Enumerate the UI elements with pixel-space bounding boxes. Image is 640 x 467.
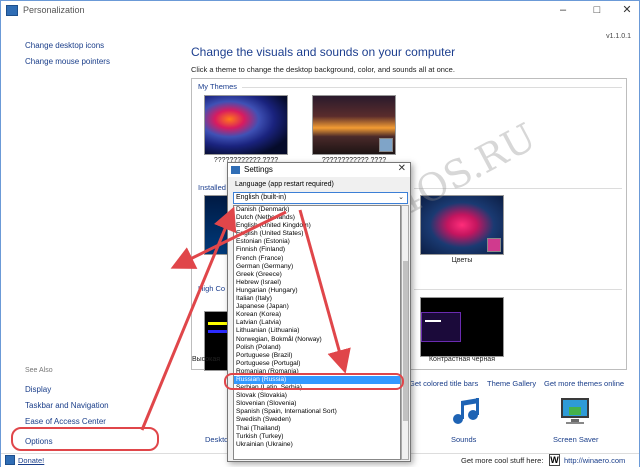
window-title: Personalization [23,5,85,15]
high-contrast-heading: High Co [198,284,226,293]
get-colored-title-bars-link[interactable]: Get colored title bars [409,379,478,388]
high-contrast-caption-black: Контрастная черная [428,356,495,363]
hc-blue-bar [208,330,227,333]
language-option[interactable]: Portuguese (Portugal) [234,360,400,368]
language-selected-value: English (built-in) [236,194,287,201]
close-button[interactable]: ✕ [617,3,637,17]
language-option[interactable]: Turkish (Turkey) [234,433,400,441]
winaero-url-link[interactable]: http://winaero.com [564,456,625,465]
language-option[interactable]: Hebrew (Israel) [234,279,400,287]
my-theme-thumbnail-2[interactable] [312,95,396,155]
options-highlight-annotation [11,427,159,451]
language-option[interactable]: Greek (Greece) [234,271,400,279]
language-option[interactable]: Japanese (Japan) [234,303,400,311]
settings-app-icon [231,166,240,174]
language-option[interactable]: Hungarian (Hungary) [234,287,400,295]
minimize-button[interactable]: – [553,3,573,17]
language-dropdown[interactable]: English (built-in) ⌄ [233,192,408,204]
my-theme-thumbnail-1[interactable] [204,95,288,155]
page-subtext: Click a theme to change the desktop back… [191,65,455,74]
language-option[interactable]: English (United Kingdom) [234,222,400,230]
installed-themes-heading: Installed [198,183,226,192]
russian-highlight-annotation [224,373,404,390]
version-label: v1.1.0.1 [606,33,631,40]
section-divider [242,87,622,88]
ease-of-access-link[interactable]: Ease of Access Center [25,417,106,426]
language-options-list[interactable]: Danish (Denmark) Dutch (Netherlands) Engli… [233,205,401,460]
scrollbar-thumb[interactable] [403,261,408,421]
language-option[interactable]: Korean (Korea) [234,311,400,319]
theme-color-swatch [487,238,501,252]
title-bar[interactable]: Personalization – □ ✕ [1,1,639,21]
change-desktop-icons-link[interactable]: Change desktop icons [25,41,104,50]
display-link[interactable]: Display [25,385,51,394]
donate-icon [5,455,15,465]
language-option[interactable]: English (United States) [234,230,400,238]
language-option[interactable]: Finnish (Finland) [234,246,400,254]
language-option[interactable]: Swedish (Sweden) [234,416,400,424]
language-list-scrollbar[interactable] [401,205,409,460]
settings-title-bar[interactable]: Settings ✕ [228,163,410,177]
personalization-app-icon [6,5,18,16]
language-option[interactable]: Thai (Thailand) [234,425,400,433]
taskbar-navigation-link[interactable]: Taskbar and Navigation [25,401,109,410]
maximize-button[interactable]: □ [587,3,607,17]
hc-purple-window [421,312,461,342]
page-heading: Change the visuals and sounds on your co… [191,45,456,59]
language-option[interactable]: Slovak (Slovakia) [234,392,400,400]
chevron-down-icon[interactable]: ⌄ [398,193,404,203]
language-option[interactable]: German (Germany) [234,263,400,271]
donate-link[interactable]: Donate! [18,456,44,465]
screen-saver-icon[interactable] [559,395,591,427]
sounds-label[interactable]: Sounds [451,435,476,444]
section-divider [414,289,622,290]
language-option[interactable]: Italian (Italy) [234,295,400,303]
hc-yellow-bar [208,322,227,325]
theme-gallery-link[interactable]: Theme Gallery [487,379,536,388]
winaero-logo-icon: W [549,454,560,466]
settings-dialog: Settings ✕ Language (app restart require… [227,162,411,462]
installed-theme-caption-tsvety: Цветы [451,257,473,264]
sounds-icon[interactable] [449,395,481,427]
see-also-heading: See Also [25,367,53,374]
change-mouse-pointers-link[interactable]: Change mouse pointers [25,57,110,66]
language-label: Language (app restart required) [235,181,334,188]
language-option[interactable]: Polish (Poland) [234,344,400,352]
screen-saver-label[interactable]: Screen Saver [553,435,598,444]
language-option[interactable]: Ukrainian (Ukraine) [234,441,400,449]
language-option[interactable]: Spanish (Spain, International Sort) [234,408,400,416]
more-cool-stuff-text: Get more cool stuff here: [461,456,544,465]
language-option[interactable]: Danish (Denmark) [234,206,400,214]
language-option[interactable]: Latvian (Latvia) [234,319,400,327]
settings-close-icon[interactable]: ✕ [398,163,406,174]
language-option[interactable]: Estonian (Estonia) [234,238,400,246]
language-option[interactable]: Lithuanian (Lithuania) [234,327,400,335]
theme-color-swatch [379,138,393,152]
hc-white-line [425,320,441,322]
get-more-themes-online-link[interactable]: Get more themes online [544,379,624,388]
language-option[interactable]: Norwegian, Bokmål (Norway) [234,336,400,344]
my-themes-heading: My Themes [198,82,238,91]
settings-title: Settings [244,165,273,174]
language-option[interactable]: Dutch (Netherlands) [234,214,400,222]
language-option[interactable]: French (France) [234,255,400,263]
high-contrast-thumbnail-black[interactable] [420,297,504,357]
language-option[interactable]: Slovenian (Slovenia) [234,400,400,408]
language-option[interactable]: Portuguese (Brazil) [234,352,400,360]
installed-theme-thumbnail-1[interactable] [204,195,228,255]
